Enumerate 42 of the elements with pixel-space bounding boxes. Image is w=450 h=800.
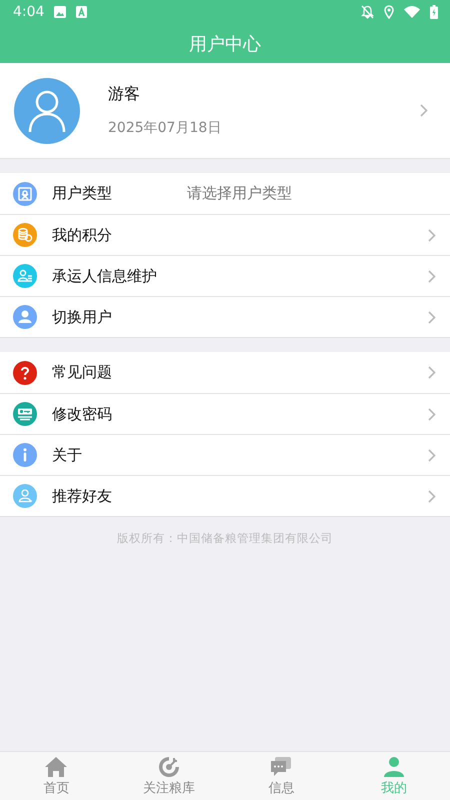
menu-item[interactable]: 常见问题: [0, 352, 450, 393]
chevron-icon: [428, 448, 436, 462]
chevron-icon: [428, 310, 436, 324]
home-icon: [45, 756, 68, 778]
profile-card[interactable]: 游客 2025年07月18日: [0, 63, 450, 159]
menu-item[interactable]: 用户类型 请选择用户类型: [0, 173, 450, 214]
chevron-icon: [428, 270, 436, 282]
menu-item[interactable]: 修改密码: [0, 393, 450, 434]
menu-label: 推荐好友: [52, 486, 112, 506]
menu-item[interactable]: 切换用户: [0, 296, 450, 337]
menu-item[interactable]: 我的积分: [0, 214, 450, 255]
chevron-icon: [428, 366, 436, 379]
menu-label: 我的积分: [52, 226, 112, 244]
battery-icon: [430, 5, 438, 19]
location-icon: [384, 5, 394, 19]
chat-icon: [270, 756, 292, 778]
chevron-icon: [428, 490, 436, 502]
chevron-icon: [428, 228, 436, 242]
avatar-icon: [14, 78, 80, 144]
menu-item[interactable]: 关于: [0, 434, 450, 475]
menu-label: 常见问题: [52, 363, 112, 382]
app-icon: [76, 6, 88, 18]
menu-item[interactable]: 推荐好友: [0, 475, 450, 516]
image-icon: [54, 6, 66, 18]
status-time: 4:04: [13, 4, 44, 20]
person-icon: [382, 756, 405, 778]
copyright-text: 版权所有：中国储备粮管理集团有限公司: [116, 531, 334, 546]
menu-label: 切换用户: [52, 308, 112, 326]
target-icon: [158, 756, 180, 778]
select-placeholder: 请选择用户类型: [187, 184, 292, 203]
chevron-icon: [420, 104, 428, 117]
bell-off-icon: [361, 5, 374, 19]
page-title: 用户中心: [189, 32, 261, 56]
menu-label: 关于: [52, 446, 82, 464]
user-name: 游客: [108, 84, 141, 105]
menu-label: 用户类型: [52, 184, 112, 203]
wifi-icon: [404, 6, 420, 18]
menu-label: 承运人信息维护: [52, 266, 157, 286]
join-date: 2025年07月18日: [108, 119, 222, 137]
menu-item[interactable]: 承运人信息维护: [0, 255, 450, 296]
menu-label: 修改密码: [52, 404, 112, 424]
chevron-icon: [428, 408, 436, 420]
